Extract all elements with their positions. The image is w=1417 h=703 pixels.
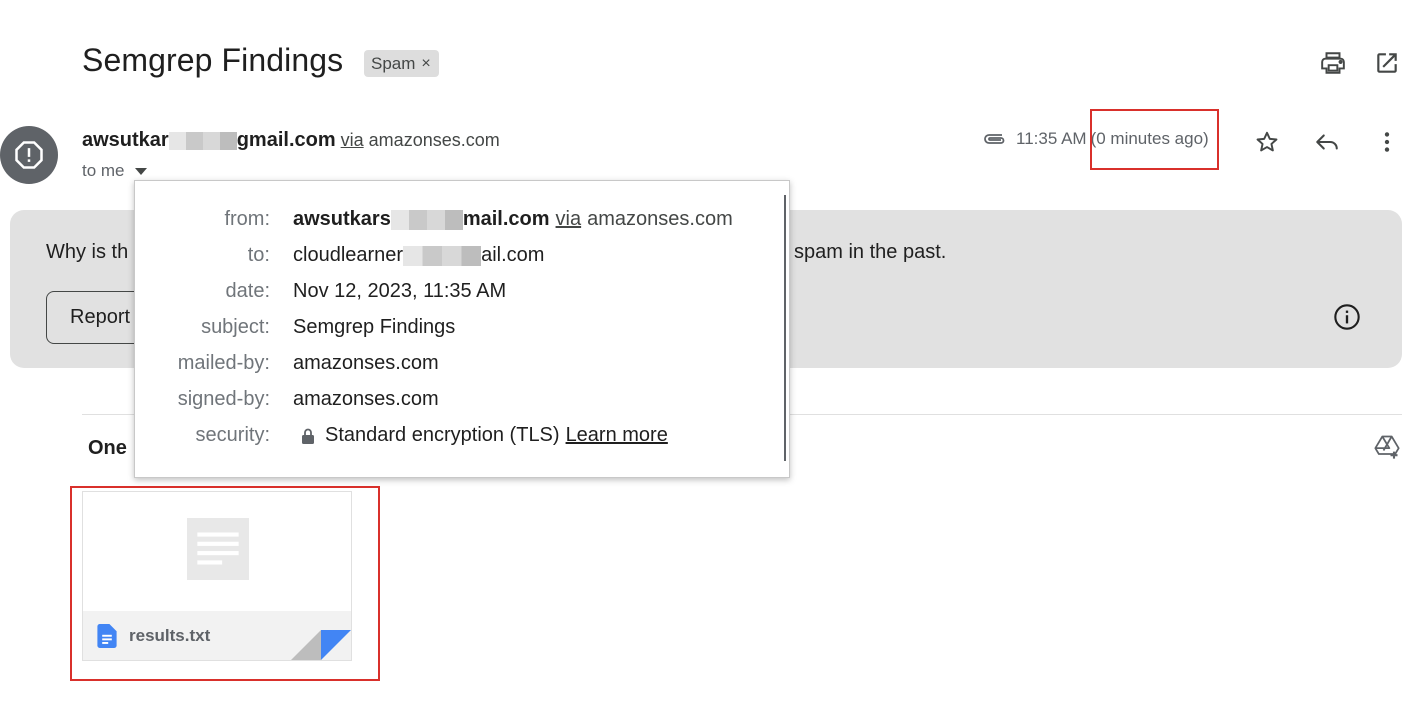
- banner-text-start: Why is th: [46, 241, 129, 263]
- chevron-down-icon[interactable]: [134, 167, 147, 175]
- open-in-new-window-icon[interactable]: [1371, 47, 1403, 79]
- detail-row-security: security: Standard encryption (TLS) Lear…: [135, 424, 785, 447]
- detail-label: subject:: [201, 316, 270, 338]
- highlight-box-time: [1090, 109, 1219, 170]
- highlight-box-attachment: [70, 486, 380, 681]
- attachments-heading: One: [88, 437, 127, 459]
- detail-row-to: to: cloudlearner ail.com: [135, 244, 785, 267]
- detail-value: Semgrep Findings: [293, 316, 456, 338]
- attachment-paperclip-icon: [984, 134, 1005, 144]
- detail-value: awsutkars mail.com via amazonses.com: [293, 208, 733, 231]
- spam-label-text: Spam: [371, 53, 416, 73]
- redacted-text: [168, 131, 237, 150]
- detail-label: security:: [195, 424, 270, 446]
- sender-address[interactable]: awsutkar gmail.com: [82, 129, 336, 152]
- via-link[interactable]: via: [341, 130, 364, 150]
- detail-row-mailed-by: mailed-by: amazonses.com: [135, 352, 785, 375]
- detail-value: cloudlearner ail.com: [293, 244, 545, 266]
- detail-label: from:: [224, 208, 270, 230]
- detail-label: mailed-by:: [177, 352, 270, 374]
- message-time: 11:35 AM: [1016, 129, 1087, 148]
- learn-more-link[interactable]: Learn more: [566, 424, 668, 447]
- detail-value: amazonses.com: [293, 388, 439, 410]
- sender-avatar-warning-icon: [0, 126, 58, 184]
- via-line: via amazonses.com: [340, 130, 500, 150]
- lock-icon: [302, 428, 314, 444]
- remove-label-icon[interactable]: ×: [421, 55, 430, 73]
- detail-row-date: date: Nov 12, 2023, 11:35 AM: [135, 280, 785, 303]
- info-icon[interactable]: [1331, 301, 1363, 333]
- sender-details-popup: from: awsutkars mail.com via amazonses.co…: [134, 180, 790, 478]
- detail-value: Standard encryption (TLS) Learn more: [301, 424, 668, 447]
- via-link[interactable]: via: [556, 208, 582, 231]
- detail-label: to:: [247, 244, 270, 266]
- popup-scrollbar[interactable]: [784, 195, 786, 461]
- redacted-text: [403, 245, 482, 266]
- redacted-text: [390, 209, 463, 230]
- detail-row-from: from: awsutkars mail.com via amazonses.co…: [135, 208, 785, 231]
- add-to-drive-icon[interactable]: [1371, 431, 1403, 463]
- detail-row-signed-by: signed-by: amazonses.com: [135, 388, 785, 411]
- reply-icon[interactable]: [1311, 126, 1343, 158]
- recipient-line[interactable]: to me: [82, 161, 147, 181]
- detail-label: signed-by:: [177, 388, 270, 410]
- banner-text-end: spam in the past.: [794, 241, 947, 263]
- more-options-icon[interactable]: [1371, 126, 1403, 158]
- sender-line: awsutkar gmail.com via amazonses.com: [82, 129, 500, 152]
- detail-value: amazonses.com: [293, 352, 439, 374]
- security-text: Standard encryption (TLS): [325, 424, 560, 446]
- detail-row-subject: subject: Semgrep Findings: [135, 316, 785, 339]
- spam-label-chip[interactable]: Spam ×: [364, 50, 439, 77]
- recipient-text: to me: [82, 161, 125, 180]
- email-subject: Semgrep Findings: [82, 42, 344, 78]
- print-icon[interactable]: [1317, 47, 1349, 79]
- star-icon[interactable]: [1251, 126, 1283, 158]
- detail-value: Nov 12, 2023, 11:35 AM: [293, 280, 507, 302]
- detail-label: date:: [225, 280, 270, 302]
